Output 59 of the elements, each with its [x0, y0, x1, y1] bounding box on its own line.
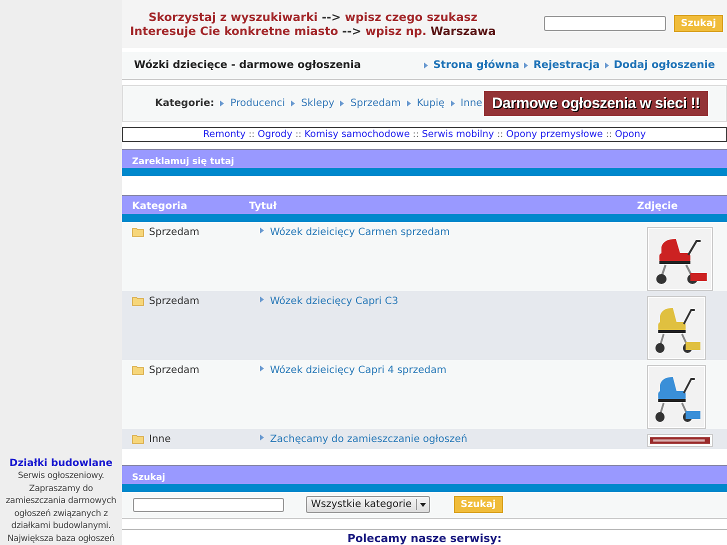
- separator: ::: [248, 130, 255, 140]
- folder-icon: [132, 365, 144, 376]
- column-header: Tytuł: [249, 201, 278, 212]
- table-cell: Inne: [149, 434, 171, 446]
- separator: ::: [497, 130, 504, 140]
- column-header: Zdjęcie: [637, 201, 679, 212]
- arrow-icon: [604, 62, 610, 69]
- listing-link[interactable]: Wózek dziecięcy Capri C3: [270, 296, 398, 308]
- arrow-icon: [450, 100, 456, 108]
- arrow-icon: [259, 227, 265, 234]
- folder-icon: [132, 434, 144, 444]
- category-link[interactable]: Inne: [460, 98, 482, 110]
- arrow-icon: [423, 62, 430, 69]
- arrow-icon: [259, 434, 265, 442]
- separator: ::: [295, 130, 302, 140]
- listing-link[interactable]: Wózek dzieicięcy Capri 4 sprzedam: [270, 365, 446, 376]
- nav-link[interactable]: Strona główna: [433, 59, 520, 72]
- tagline: Skorzystaj z wyszukiwarki --> wpisz czego szukasz: [148, 10, 478, 24]
- separator: ::: [412, 130, 419, 140]
- site-link[interactable]: Opony: [614, 129, 646, 140]
- table-cell: Sprzedam: [149, 227, 200, 238]
- category-link[interactable]: Kupię: [416, 98, 445, 110]
- category-link[interactable]: Sklepy: [301, 98, 334, 110]
- folder-icon: [132, 296, 144, 306]
- categories-label: Kategorie:: [155, 98, 214, 110]
- folder-icon: [132, 227, 144, 238]
- site-link[interactable]: Ogrody: [258, 129, 292, 140]
- search-field[interactable]: [133, 498, 284, 512]
- site-link[interactable]: Serwis mobilny: [422, 129, 494, 140]
- category-link[interactable]: Sprzedam: [350, 98, 401, 110]
- section-title: Szukaj: [132, 472, 166, 483]
- category-select[interactable]: Wszystkie kategorie: [306, 496, 430, 514]
- tagline: Interesuje Cie konkretne miasto --> wpisz np. Warszawa: [130, 24, 496, 38]
- site-link[interactable]: Remonty: [203, 129, 246, 140]
- sidebar-text: Serwis ogłoszeniowy. Zapraszamy do zamieszczania darmowych ogłoszeń związanych z działkami budowlanymi. Największa baza ogłoszeń: [4, 470, 118, 545]
- site-link[interactable]: Opony przemysłowe: [506, 129, 603, 140]
- section-title: Zareklamuj się tutaj: [132, 157, 234, 168]
- arrow-icon: [259, 365, 265, 372]
- table-cell: Sprzedam: [149, 296, 200, 308]
- arrow-icon: [259, 296, 265, 304]
- footer-heading: Polecamy nasze serwisy:: [347, 532, 502, 545]
- listing-link[interactable]: Wózek dzieicięcy Carmen sprzedam: [270, 227, 450, 238]
- site-link[interactable]: Komisy samochodowe: [304, 129, 410, 140]
- nav-link[interactable]: Dodaj ogłoszenie: [614, 59, 715, 72]
- search-field[interactable]: [544, 16, 666, 32]
- nav-link[interactable]: Rejestracja: [533, 59, 600, 72]
- arrow-icon: [523, 62, 530, 69]
- column-header: Kategoria: [132, 201, 188, 212]
- arrow-icon: [219, 100, 226, 108]
- table-cell: Sprzedam: [149, 365, 200, 376]
- category-link[interactable]: Producenci: [230, 98, 286, 110]
- sidebar-title-link[interactable]: Działki budowlane: [9, 458, 113, 470]
- separator: ::: [606, 130, 612, 140]
- arrow-icon: [406, 100, 412, 108]
- ad-banner[interactable]: Darmowe ogłoszenia w sieci !!: [484, 91, 708, 116]
- page-title: Wózki dziecięce - darmowe ogłoszenia: [134, 59, 361, 72]
- arrow-icon: [290, 100, 296, 108]
- listing-link[interactable]: Zachęcamy do zamieszczanie ogłoszeń: [270, 434, 468, 446]
- arrow-icon: [339, 100, 346, 108]
